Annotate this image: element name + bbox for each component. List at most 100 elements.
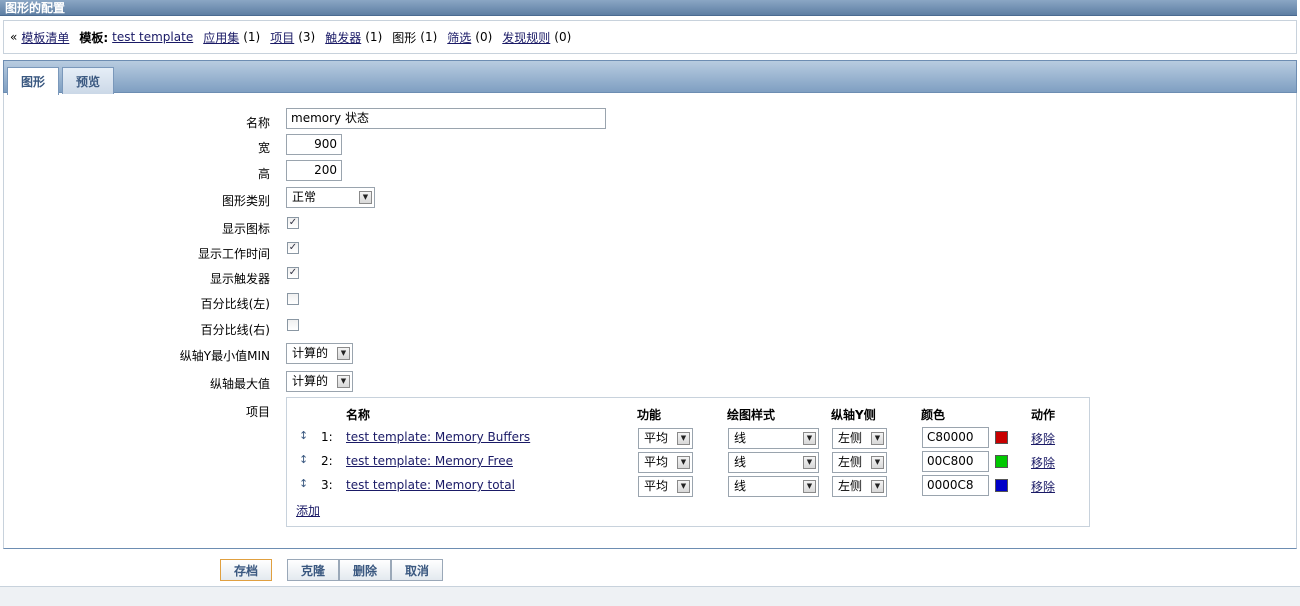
- function-value: 平均: [644, 431, 669, 445]
- back-arrow-icon: «: [10, 30, 18, 44]
- color-input[interactable]: 00C800: [922, 451, 989, 472]
- item-link[interactable]: test template: Memory Buffers: [346, 430, 530, 444]
- graph-items-table: 名称 功能 绘图样式 纵轴Y侧 颜色 动作 ↕ 1: test template…: [286, 397, 1090, 527]
- template-label: 模板:: [79, 30, 109, 45]
- remove-link[interactable]: 移除: [1031, 430, 1055, 447]
- save-button[interactable]: 存档: [220, 559, 272, 581]
- draw-style-select[interactable]: 线 ▼: [728, 428, 819, 449]
- percent-left-label: 百分比线(左): [200, 297, 270, 311]
- window-title: 图形的配置: [0, 0, 1297, 16]
- ymin-label: 纵轴Y最小值MIN: [179, 349, 270, 363]
- width-input[interactable]: 900: [286, 134, 342, 155]
- color-swatch[interactable]: [995, 479, 1008, 492]
- header-y-side: 纵轴Y侧: [831, 408, 876, 422]
- header-action: 动作: [1031, 408, 1056, 422]
- items-link[interactable]: 项目: [270, 29, 294, 46]
- percent-right-checkbox[interactable]: [287, 319, 299, 331]
- screens-count: (0): [475, 30, 493, 44]
- drag-handle-icon[interactable]: ↕: [299, 429, 308, 442]
- percent-left-checkbox[interactable]: [287, 293, 299, 305]
- graphs-label: 图形: [392, 30, 417, 45]
- graphs-count: (1): [420, 30, 438, 44]
- color-swatch[interactable]: [995, 431, 1008, 444]
- graph-type-value: 正常: [292, 190, 317, 204]
- chevron-down-icon: ▼: [871, 456, 884, 469]
- chevron-down-icon: ▼: [871, 480, 884, 493]
- tab-graph[interactable]: 图形: [7, 67, 59, 95]
- chevron-down-icon: ▼: [677, 432, 690, 445]
- item-link[interactable]: test template: Memory total: [346, 478, 515, 492]
- form-footer: 存档 克隆 删除 取消: [0, 550, 1300, 606]
- ymax-value: 计算的: [292, 374, 329, 388]
- height-input[interactable]: 200: [286, 160, 342, 181]
- ymin-value: 计算的: [292, 346, 329, 360]
- header-color: 颜色: [921, 408, 946, 422]
- y-side-select[interactable]: 左侧 ▼: [832, 476, 887, 497]
- discovery-link[interactable]: 发现规则: [502, 29, 550, 46]
- function-select[interactable]: 平均 ▼: [638, 476, 693, 497]
- row-number: 3:: [321, 478, 333, 492]
- y-side-value: 左侧: [838, 479, 863, 493]
- tab-preview[interactable]: 预览: [62, 67, 114, 94]
- function-value: 平均: [644, 455, 669, 469]
- draw-style-value: 线: [734, 455, 747, 469]
- breadcrumb: « 模板清单 模板: test template 应用集 (1) 项目 (3) …: [3, 20, 1297, 54]
- color-input[interactable]: C80000: [922, 427, 989, 448]
- header-function: 功能: [637, 408, 662, 422]
- show-legend-checkbox[interactable]: ✓: [287, 217, 299, 229]
- header-draw-style: 绘图样式: [727, 408, 776, 422]
- color-swatch[interactable]: [995, 455, 1008, 468]
- item-link[interactable]: test template: Memory Free: [346, 454, 513, 468]
- ymin-select[interactable]: 计算的 ▼: [286, 343, 353, 364]
- color-input[interactable]: 0000C8: [922, 475, 989, 496]
- triggers-link[interactable]: 触发器: [325, 29, 361, 46]
- items-label: 项目: [245, 405, 270, 419]
- show-worktime-checkbox[interactable]: ✓: [287, 242, 299, 254]
- function-value: 平均: [644, 479, 669, 493]
- bottom-strip: [0, 586, 1300, 606]
- drag-handle-icon[interactable]: ↕: [299, 477, 308, 490]
- graph-type-select[interactable]: 正常 ▼: [286, 187, 375, 208]
- chevron-down-icon: ▼: [359, 191, 372, 204]
- tab-bar: 图形 预览: [3, 60, 1297, 95]
- name-input[interactable]: memory 状态: [286, 108, 606, 129]
- applications-link[interactable]: 应用集: [203, 29, 239, 46]
- row-number: 1:: [321, 430, 333, 444]
- show-triggers-label: 显示触发器: [209, 272, 270, 286]
- graph-type-label: 图形类别: [221, 194, 270, 208]
- template-list-link[interactable]: 模板清单: [21, 29, 69, 46]
- ymax-label: 纵轴最大值: [209, 377, 270, 391]
- row-number: 2:: [321, 454, 333, 468]
- show-worktime-label: 显示工作时间: [197, 247, 270, 261]
- remove-link[interactable]: 移除: [1031, 478, 1055, 495]
- draw-style-value: 线: [734, 431, 747, 445]
- y-side-select[interactable]: 左侧 ▼: [832, 428, 887, 449]
- screens-link[interactable]: 筛选: [447, 29, 471, 46]
- width-label: 宽: [257, 141, 270, 155]
- show-triggers-checkbox[interactable]: ✓: [287, 267, 299, 279]
- function-select[interactable]: 平均 ▼: [638, 452, 693, 473]
- chevron-down-icon: ▼: [337, 347, 350, 360]
- chevron-down-icon: ▼: [803, 480, 816, 493]
- chevron-down-icon: ▼: [337, 375, 350, 388]
- discovery-count: (0): [554, 30, 572, 44]
- chevron-down-icon: ▼: [871, 432, 884, 445]
- chevron-down-icon: ▼: [803, 432, 816, 445]
- drag-handle-icon[interactable]: ↕: [299, 453, 308, 466]
- remove-link[interactable]: 移除: [1031, 454, 1055, 471]
- template-name-link[interactable]: test template: [112, 30, 193, 44]
- cancel-button[interactable]: 取消: [391, 559, 443, 581]
- show-legend-label: 显示图标: [221, 222, 270, 236]
- delete-button[interactable]: 删除: [339, 559, 391, 581]
- add-item-link[interactable]: 添加: [296, 502, 320, 519]
- chevron-down-icon: ▼: [677, 456, 690, 469]
- chevron-down-icon: ▼: [677, 480, 690, 493]
- y-side-select[interactable]: 左侧 ▼: [832, 452, 887, 473]
- ymax-select[interactable]: 计算的 ▼: [286, 371, 353, 392]
- draw-style-select[interactable]: 线 ▼: [728, 476, 819, 497]
- draw-style-select[interactable]: 线 ▼: [728, 452, 819, 473]
- function-select[interactable]: 平均 ▼: [638, 428, 693, 449]
- clone-button[interactable]: 克隆: [287, 559, 339, 581]
- applications-count: (1): [243, 30, 261, 44]
- chevron-down-icon: ▼: [803, 456, 816, 469]
